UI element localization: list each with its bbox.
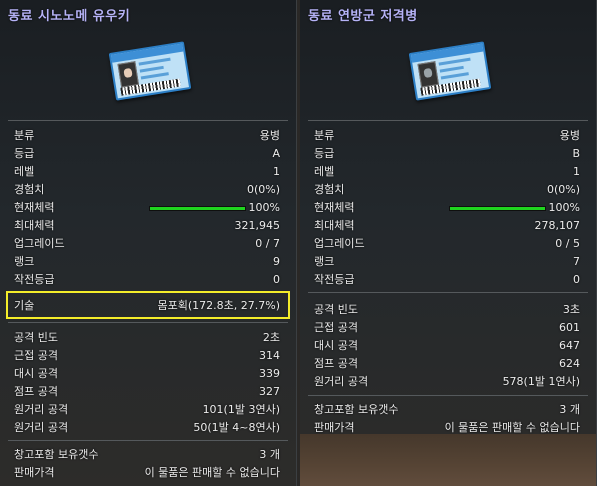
- divider: [308, 292, 588, 293]
- divider: [308, 120, 588, 121]
- hp-bar-fill: [450, 207, 545, 210]
- info-row-rank: 랭크 7: [314, 255, 580, 268]
- companion-panel-right: 동료 연방군 저격병 분류 용병 등급 B 레벨 1 경험치 0(0%) 현재체력 10…: [300, 0, 597, 486]
- info-row-grade: 등급 A: [14, 147, 280, 160]
- info-row-current-hp: 현재체력 100%: [14, 201, 280, 214]
- info-row-type: 분류 용병: [314, 129, 580, 142]
- skill-highlight-box: [6, 291, 290, 319]
- extra-row-stock: 창고포함 보유갯수 3 개: [14, 448, 280, 461]
- attack-row-jump: 점프 공격 327: [14, 385, 280, 398]
- info-row-type: 분류 용병: [14, 129, 280, 142]
- info-row-upgrade: 업그레이드 0 / 5: [314, 237, 580, 250]
- hp-bar: [449, 206, 546, 211]
- attack-row-melee: 근접 공격 601: [314, 321, 580, 334]
- divider: [8, 120, 288, 121]
- attack-row-dash: 대시 공격 647: [314, 339, 580, 352]
- attack-row-jump: 점프 공격 624: [314, 357, 580, 370]
- info-row-max-hp: 최대체력 278,107: [314, 219, 580, 232]
- attack-row-ranged: 원거리 공격 578(1발 1연사): [314, 375, 580, 388]
- info-row-current-hp: 현재체력 100%: [314, 201, 580, 214]
- info-row-op-grade: 작전등급 0: [14, 273, 280, 286]
- attack-row-melee: 근접 공격 314: [14, 349, 280, 362]
- extra-row-price: 판매가격 이 물품은 판매할 수 없습니다: [314, 421, 580, 434]
- attack-row-frequency: 공격 빈도 2초: [14, 331, 280, 344]
- info-row-level: 레벨 1: [314, 165, 580, 178]
- info-row-op-grade: 작전등급 0: [314, 273, 580, 286]
- info-row-rank: 랭크 9: [14, 255, 280, 268]
- attack-row-ranged-2: 원거리 공격 50(1발 4~8연사): [14, 421, 280, 434]
- info-row-exp: 경험치 0(0%): [314, 183, 580, 196]
- info-row-level: 레벨 1: [14, 165, 280, 178]
- attack-row-ranged: 원거리 공격 101(1발 3연사): [14, 403, 280, 416]
- id-card-icon: [408, 41, 492, 101]
- panel-title: 동료 시노노메 유우키: [8, 9, 131, 24]
- hp-bar-fill: [150, 207, 245, 210]
- background-floor: [300, 434, 596, 486]
- id-card-icon: [108, 41, 192, 101]
- panel-title: 동료 연방군 저격병: [308, 9, 418, 24]
- hp-bar: [149, 206, 246, 211]
- divider: [8, 322, 288, 323]
- info-row-grade: 등급 B: [314, 147, 580, 160]
- attack-row-frequency: 공격 빈도 3초: [314, 303, 580, 316]
- extra-row-price: 판매가격 이 물품은 판매할 수 없습니다: [14, 466, 280, 479]
- info-row-exp: 경험치 0(0%): [14, 183, 280, 196]
- divider: [308, 395, 588, 396]
- attack-row-dash: 대시 공격 339: [14, 367, 280, 380]
- info-row-upgrade: 업그레이드 0 / 7: [14, 237, 280, 250]
- extra-row-stock: 창고포함 보유갯수 3 개: [314, 403, 580, 416]
- divider: [8, 440, 288, 441]
- companion-panel-left: 동료 시노노메 유우키 분류 용병 등급 A 레벨 1 경험치 0(0%) 현재체력 1…: [0, 0, 297, 486]
- info-row-max-hp: 최대체력 321,945: [14, 219, 280, 232]
